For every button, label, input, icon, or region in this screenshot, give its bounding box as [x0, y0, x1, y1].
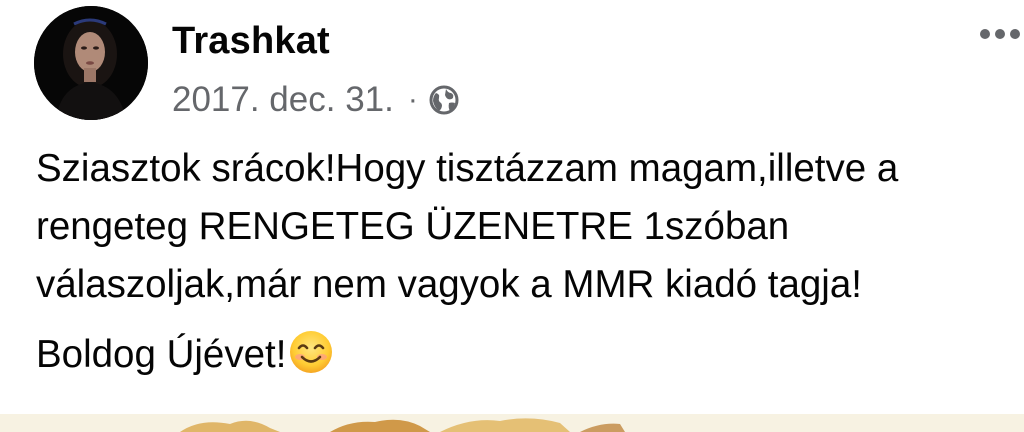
post-text-last-line: Boldog Újévet!: [36, 326, 1024, 384]
post-text-line: Boldog Újévet!: [36, 333, 287, 376]
more-options-icon[interactable]: [980, 24, 1024, 44]
post-text-line: rengeteg RENGETEG ÜZENETRE 1szóban: [36, 205, 790, 248]
post-text-line: válaszoljak,már nem vagyok a MMR kiadó t…: [36, 263, 862, 306]
more-dot: [1010, 29, 1020, 39]
facebook-post: Trashkat 2017. dec. 31. · Sziasztok srác…: [0, 0, 1024, 432]
post-image-preview[interactable]: [0, 414, 1024, 432]
more-dot: [995, 29, 1005, 39]
post-body: Sziasztok srácok!Hogy tisztázzam magam,i…: [36, 140, 1024, 384]
more-dot: [980, 29, 990, 39]
globe-icon[interactable]: [428, 84, 460, 116]
author-name[interactable]: Trashkat: [172, 20, 330, 63]
post-text-line: Sziasztok srácok!Hogy tisztázzam magam,i…: [36, 147, 899, 190]
post-date[interactable]: 2017. dec. 31.: [172, 80, 394, 120]
post-meta: 2017. dec. 31. ·: [172, 80, 460, 120]
avatar-photo: [34, 6, 148, 120]
meta-separator: ·: [407, 83, 418, 116]
author-avatar[interactable]: [34, 6, 148, 120]
smiling-face-icon: [288, 329, 334, 375]
